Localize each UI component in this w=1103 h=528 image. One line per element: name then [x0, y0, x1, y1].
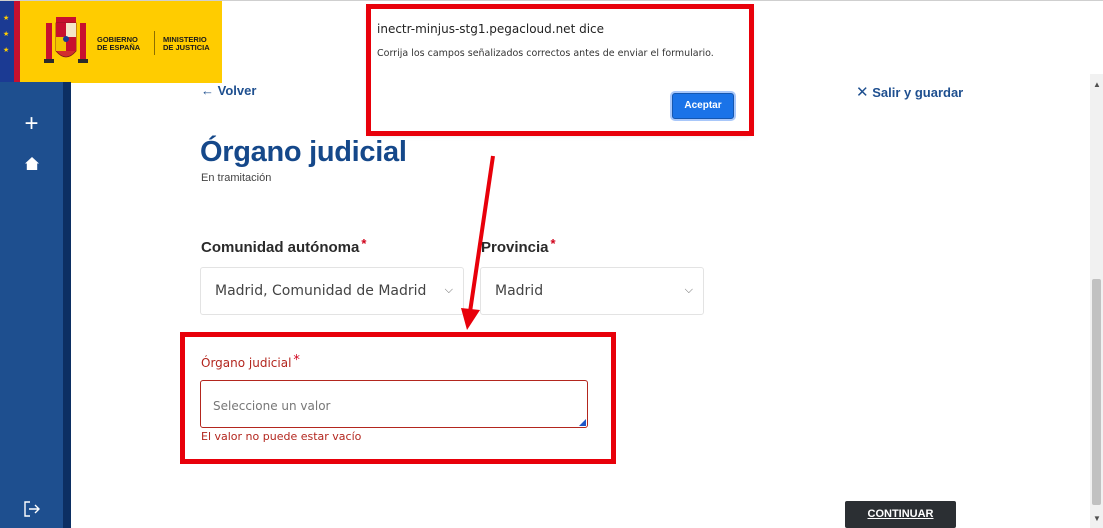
chevron-down-icon: ⌵ [444, 283, 453, 296]
logo-divider [154, 31, 155, 55]
back-link[interactable]: ← Volver [201, 83, 256, 98]
scroll-thumb[interactable] [1092, 279, 1101, 505]
annotation-box-dialog [366, 4, 754, 136]
page-status: En tramitación [201, 172, 272, 184]
scroll-down-icon[interactable]: ▼ [1093, 514, 1101, 523]
sidebar [0, 82, 63, 528]
coat-of-arms-icon [44, 17, 88, 63]
exit-save-label: Salir y guardar [872, 85, 964, 100]
comunidad-value: Madrid, Comunidad de Madrid [215, 283, 427, 299]
close-icon: ✕ [856, 84, 869, 101]
page-scrollbar[interactable]: ▲ ▼ [1090, 74, 1103, 528]
required-mark: * [550, 236, 556, 251]
sidebar-border [63, 82, 71, 528]
page-title: Órgano judicial [200, 136, 407, 168]
provincia-select[interactable]: Madrid ⌵ [480, 267, 704, 315]
chevron-down-icon: ⌵ [684, 283, 693, 296]
plus-icon[interactable]: + [0, 112, 63, 136]
comunidad-select[interactable]: Madrid, Comunidad de Madrid ⌵ [200, 267, 464, 315]
spain-flag-stripe [14, 1, 20, 83]
ministerio-text: MINISTERIO DE JUSTICIA [163, 35, 210, 52]
exit-icon[interactable] [0, 500, 63, 523]
required-mark: * [361, 236, 367, 251]
comunidad-label: Comunidad autónoma * [201, 236, 367, 256]
home-icon[interactable] [0, 156, 63, 177]
provincia-label: Provincia * [481, 236, 556, 256]
gobierno-logo: ★ ★ ★ GOBIERNO DE ESPAÑA MINISTERIO DE J… [0, 1, 222, 83]
scroll-up-icon[interactable]: ▲ [1093, 80, 1101, 89]
eu-flag-stripe: ★ ★ ★ [0, 1, 14, 83]
provincia-value: Madrid [495, 283, 544, 299]
annotation-box-organo [180, 332, 616, 464]
gobierno-text: GOBIERNO DE ESPAÑA [97, 35, 141, 52]
exit-save-link[interactable]: ✕ Salir y guardar [856, 83, 963, 101]
continue-button[interactable]: CONTINUAR [845, 501, 956, 528]
